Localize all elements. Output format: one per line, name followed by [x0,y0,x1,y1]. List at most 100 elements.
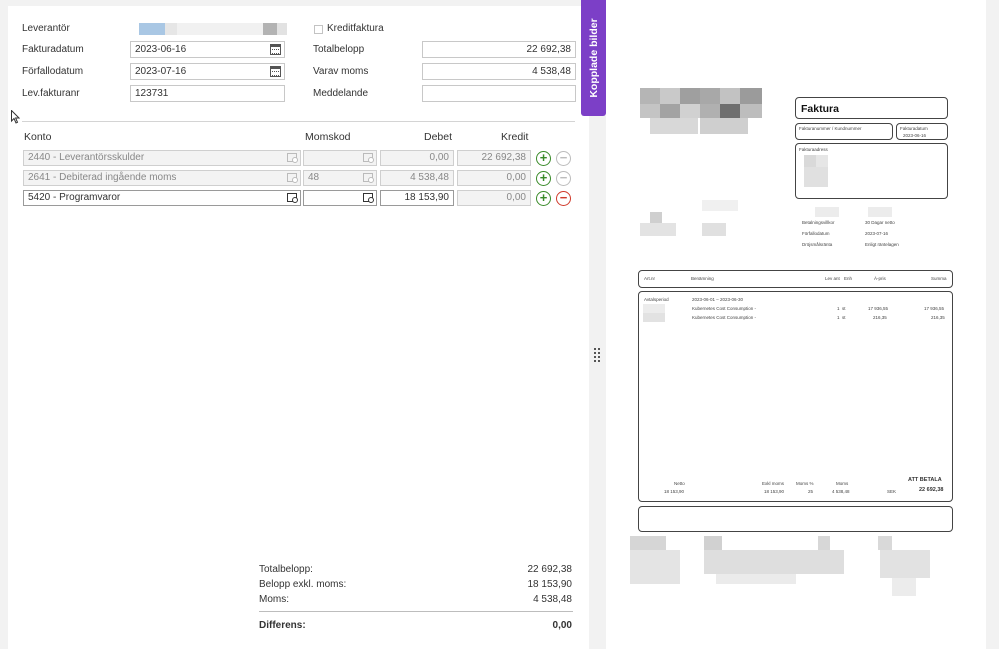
calendar-icon[interactable] [270,44,281,55]
summary-excl-vat-label: Belopp exkl. moms: [259,579,347,590]
payment-terms-value: 30 Dagar netto [865,220,895,225]
credit-cell[interactable]: 22 692,38 [457,150,531,166]
lookup-icon[interactable] [287,193,298,203]
mouse-cursor-icon [11,110,20,124]
invoice-image: Faktura Fakturanummer / Kundnummer Faktu… [606,0,986,649]
calendar-icon[interactable] [270,66,281,77]
summary-diff-value: 0,00 [552,620,572,631]
lookup-icon[interactable] [363,193,374,203]
invoice-number-input[interactable]: 123731 [130,85,285,102]
currency: SEK [887,489,897,494]
col-price: À-pris [874,276,886,281]
excl-vat-value: 18 153,90 [764,489,785,494]
credit-cell[interactable]: 0,00 [457,190,531,206]
column-header-credit: Kredit [501,131,529,143]
debit-cell[interactable]: 0,00 [380,150,454,166]
linked-images-tab[interactable]: Kopplade bilder [581,0,606,116]
vat-label: Varav moms [313,66,369,77]
column-header-account: Konto [24,131,52,143]
line-sum: 216,35 [931,315,945,320]
vat-code-cell[interactable] [303,150,377,166]
lookup-icon[interactable] [287,173,298,183]
account-text: 2440 - Leverantörsskulder [28,152,145,163]
total-input[interactable]: 22 692,38 [422,41,576,58]
line-unit: st [842,315,846,320]
invoice-date-label: Fakturadatum [22,44,84,55]
vat-code-cell[interactable]: 48 [303,170,377,186]
amount-due-value: 22 692,38 [919,487,944,493]
due-date-input[interactable]: 2023-07-16 [130,63,285,80]
net-value: 18 153,90 [664,489,685,494]
line-sum: 17 936,55 [924,306,945,311]
drag-handle-icon[interactable] [594,348,602,364]
line-qty: 1 [837,306,840,311]
account-cell[interactable]: 2440 - Leverantörsskulder [23,150,301,166]
message-input[interactable] [422,85,576,102]
add-row-button[interactable]: + [536,171,551,186]
account-text: 2641 - Debiterad ingående moms [28,172,177,183]
invoice-number-label: Lev.fakturanr [22,88,80,99]
linked-images-tab-label: Kopplade bilder [587,18,600,98]
debit-cell[interactable]: 4 538,48 [380,170,454,186]
account-cell[interactable]: 5420 - Programvaror [23,190,301,206]
remove-row-button[interactable]: − [556,171,571,186]
line-price: 17 936,55 [868,306,889,311]
invoice-title: Faktura [801,103,839,115]
line-qty: 1 [837,315,840,320]
invoice-note-box [638,506,953,532]
due-date-label: Förfallodatum [22,66,84,77]
excl-vat-label: Exkl moms [762,481,785,486]
summary-divider [259,611,573,612]
credit-cell[interactable]: 0,00 [457,170,531,186]
invoice-number-box: Fakturanummer / Kundnummer [795,123,893,140]
net-label: Netto [674,481,685,486]
summary-total-value: 22 692,38 [527,564,573,575]
lookup-icon[interactable] [363,153,374,163]
add-row-button[interactable]: + [536,151,551,166]
due-date-label: Förfallodatum [802,231,830,236]
summary-diff-label: Differens: [259,620,306,631]
lookup-icon[interactable] [363,173,374,183]
account-cell[interactable]: 2641 - Debiterad ingående moms [23,170,301,186]
vat-label: Moms [836,481,849,486]
supplier-field[interactable] [130,20,290,37]
period-value: 2023-06-01 – 2023-06-30 [692,297,744,302]
credit-invoice-label: Kreditfaktura [327,23,384,34]
summary-excl-vat-value: 18 153,90 [527,579,573,590]
debit-cell[interactable]: 18 153,90 [380,190,454,206]
lookup-icon[interactable] [287,153,298,163]
account-text: 5420 - Programvaror [28,192,121,203]
col-sum: Summa [931,276,947,281]
vat-code-cell[interactable] [303,190,377,206]
invoice-date-input[interactable]: 2023-06-16 [130,41,285,58]
vat-value: 4 538,48 [832,489,850,494]
credit-invoice-checkbox[interactable] [314,25,323,34]
due-date-value: 2023-07-16 [865,231,889,236]
line-desc: Kubernetes Cost Consumption - [692,315,757,320]
add-row-button[interactable]: + [536,191,551,206]
line-unit: st [842,306,846,311]
period-label: Avtalsperiod [644,297,669,302]
summary-total-label: Totalbelopp: [259,564,313,575]
invoice-date-value: 2023-06-16 [135,44,187,55]
line-desc: Kubernetes Cost Consumption - [692,306,757,311]
invoice-title-box: Faktura [795,97,948,119]
amount-due-label: ATT BETALA [908,477,942,483]
column-header-vat-code: Momskod [305,131,351,143]
invoice-date-label: Fakturadatum [900,126,928,131]
invoice-address-box: Fakturaadress [795,143,948,199]
late-interest-value: Enligt räntelagen [865,242,899,247]
remove-row-button[interactable]: − [556,151,571,166]
summary-vat-value: 4 538,48 [533,594,572,605]
invoice-columns-box: Art.nr Benämning Lev ant Enh À-pris Summ… [638,270,953,288]
remove-row-button[interactable]: − [556,191,571,206]
voucher-panel: Leverantör Kreditfaktura Fakturadatum 20… [8,6,589,649]
message-label: Meddelande [313,88,369,99]
right-gutter [986,0,999,649]
late-interest-label: Dröjsmålsränta [802,242,833,247]
col-unit: Enh [844,276,853,281]
due-date-value: 2023-07-16 [135,66,187,77]
invoice-lines-box: Avtalsperiod 2023-06-01 – 2023-06-30 Kub… [638,291,953,502]
col-art: Art.nr [644,276,656,281]
vat-input[interactable]: 4 538,48 [422,63,576,80]
